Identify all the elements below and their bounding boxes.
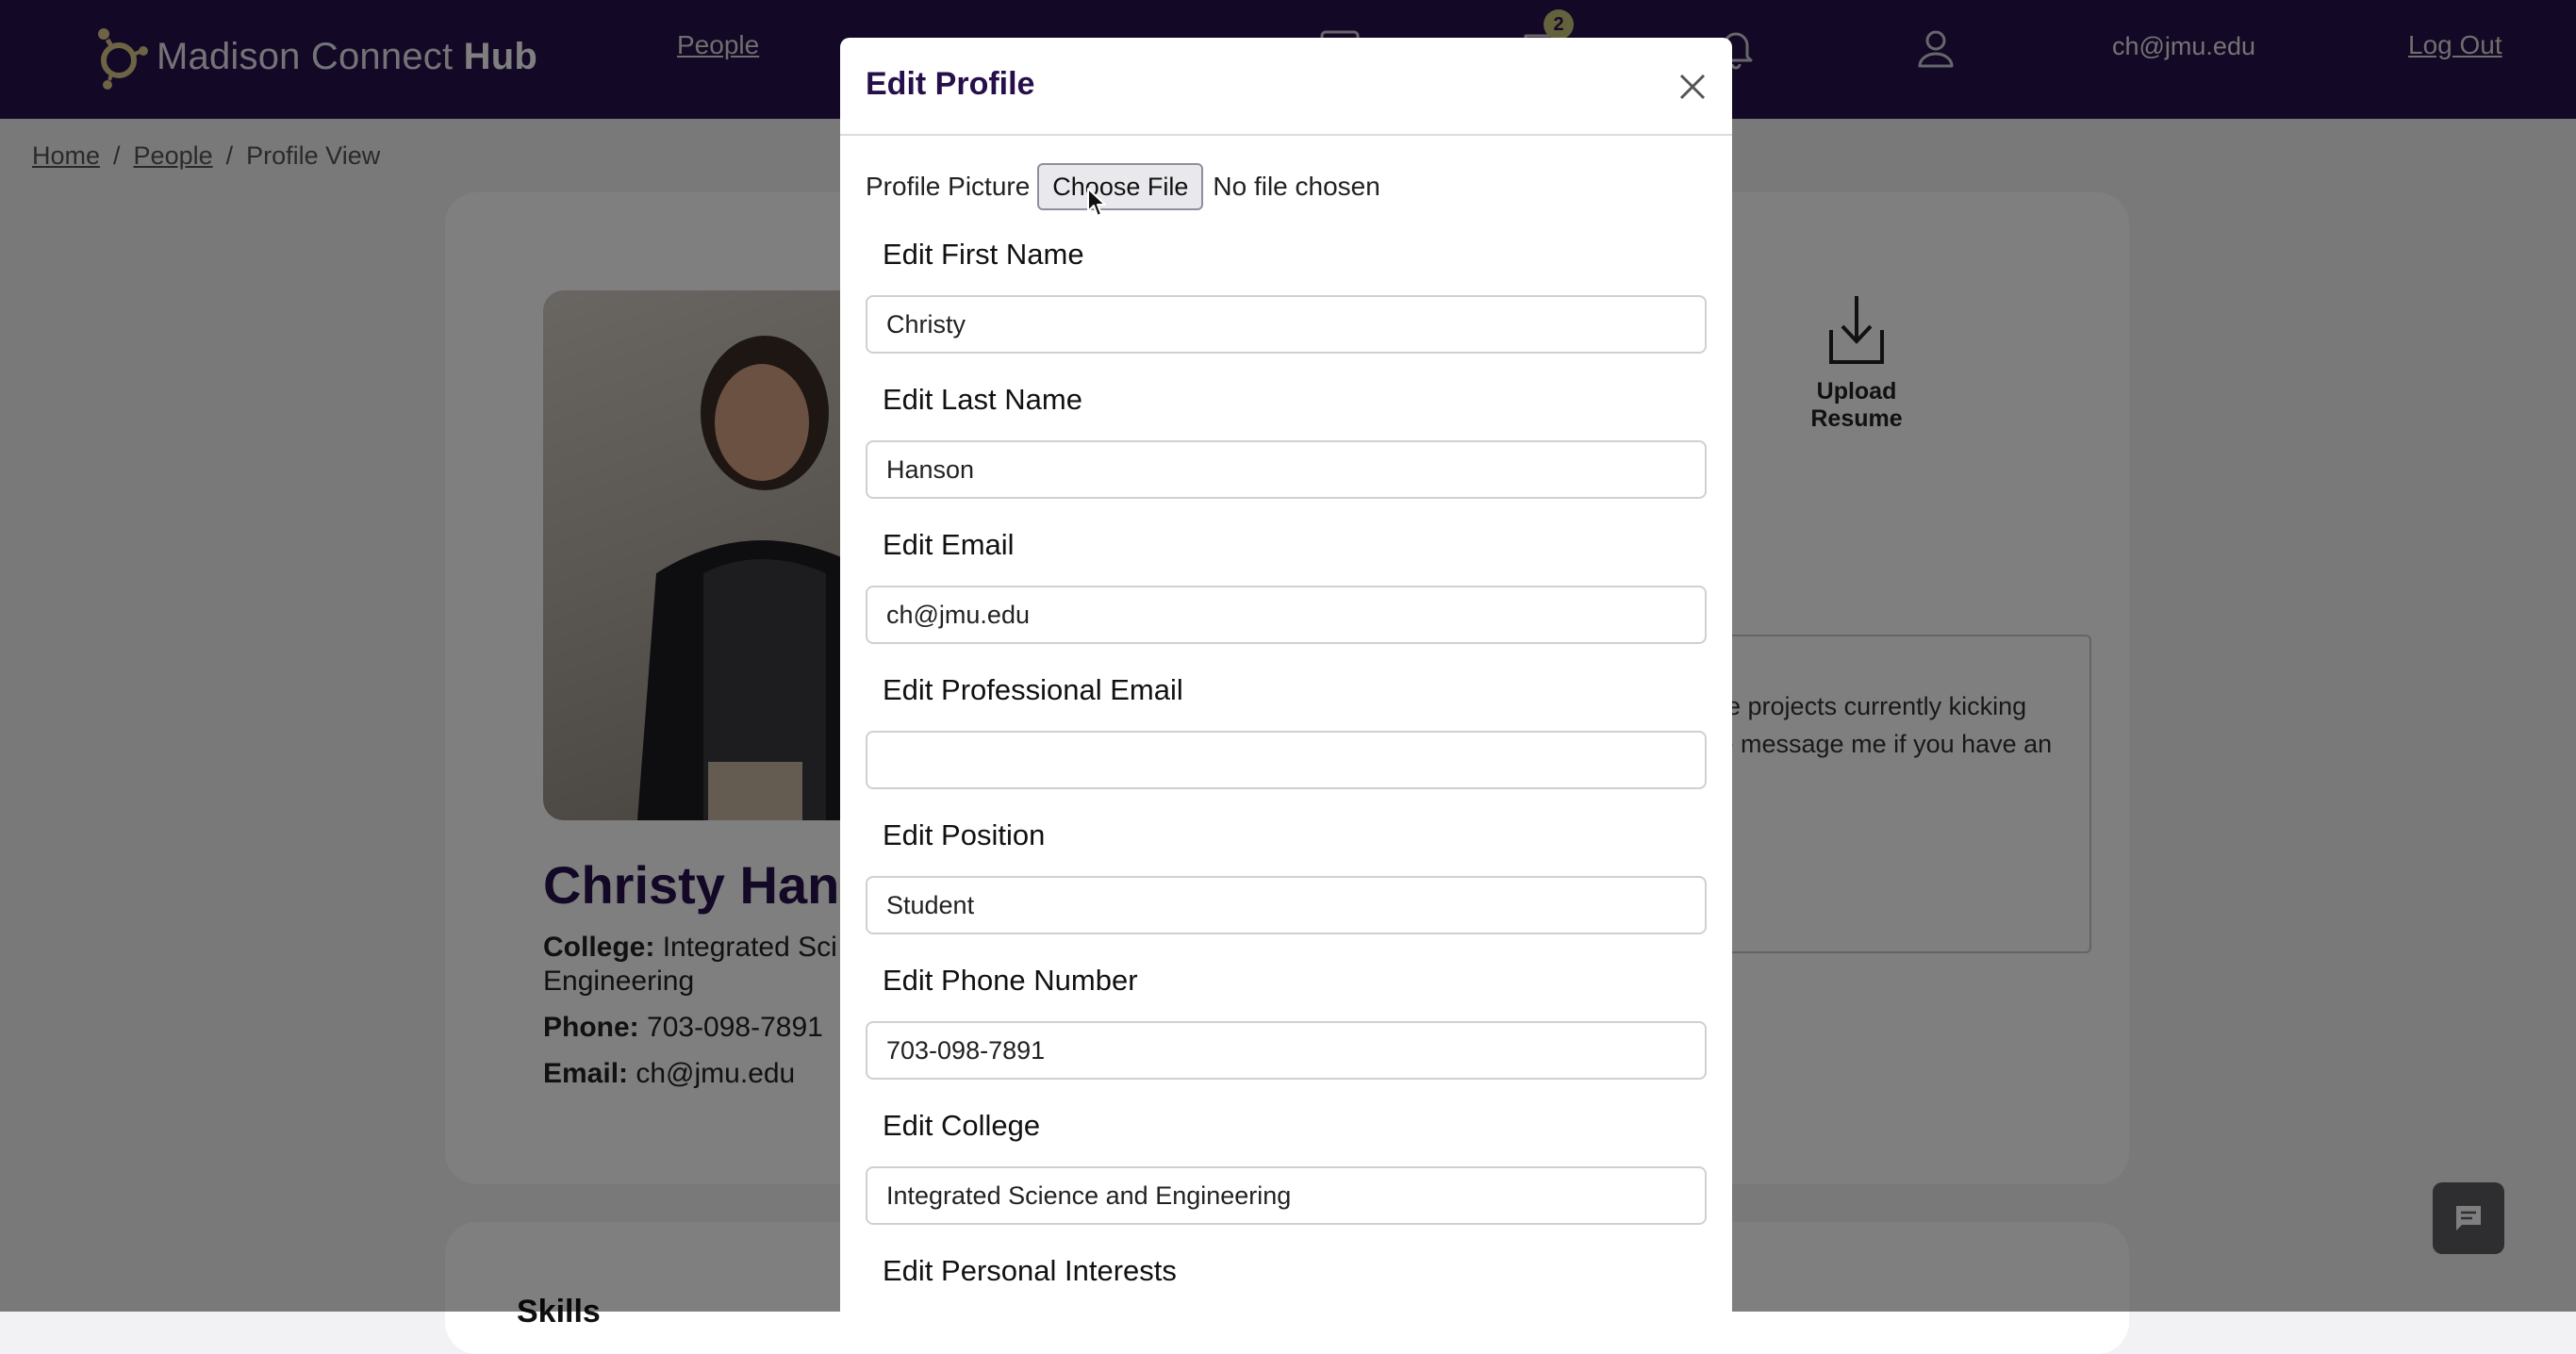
professional-email-label: Edit Professional Email <box>883 673 1183 706</box>
profile-picture-row: Profile Picture Choose File No file chos… <box>866 162 1380 211</box>
position-input[interactable] <box>866 876 1707 934</box>
modal-title: Edit Profile <box>866 66 1035 102</box>
position-label: Edit Position <box>883 818 1046 851</box>
college-input[interactable] <box>866 1166 1707 1225</box>
phone-number-input[interactable] <box>866 1021 1707 1080</box>
close-icon[interactable] <box>1674 68 1711 106</box>
first-name-label: Edit First Name <box>883 238 1084 271</box>
email-field-label: Edit Email <box>883 528 1015 561</box>
first-name-input[interactable] <box>866 295 1707 354</box>
edit-profile-modal: Edit Profile Profile Picture Choose File… <box>840 38 1732 1320</box>
professional-email-field[interactable] <box>866 731 1707 789</box>
phone-number-label: Edit Phone Number <box>883 964 1138 997</box>
cursor-icon <box>1087 188 1106 217</box>
choose-file-button[interactable]: Choose File <box>1037 163 1204 210</box>
modal-header: Edit Profile <box>840 38 1732 136</box>
email-field[interactable] <box>866 586 1707 644</box>
college-field-label: Edit College <box>883 1109 1041 1142</box>
personal-interests-label: Edit Personal Interests <box>883 1254 1177 1287</box>
last-name-label: Edit Last Name <box>883 383 1082 416</box>
no-file-chosen-text: No file chosen <box>1213 172 1380 201</box>
last-name-input[interactable] <box>866 440 1707 499</box>
profile-picture-label: Profile Picture <box>866 172 1031 201</box>
